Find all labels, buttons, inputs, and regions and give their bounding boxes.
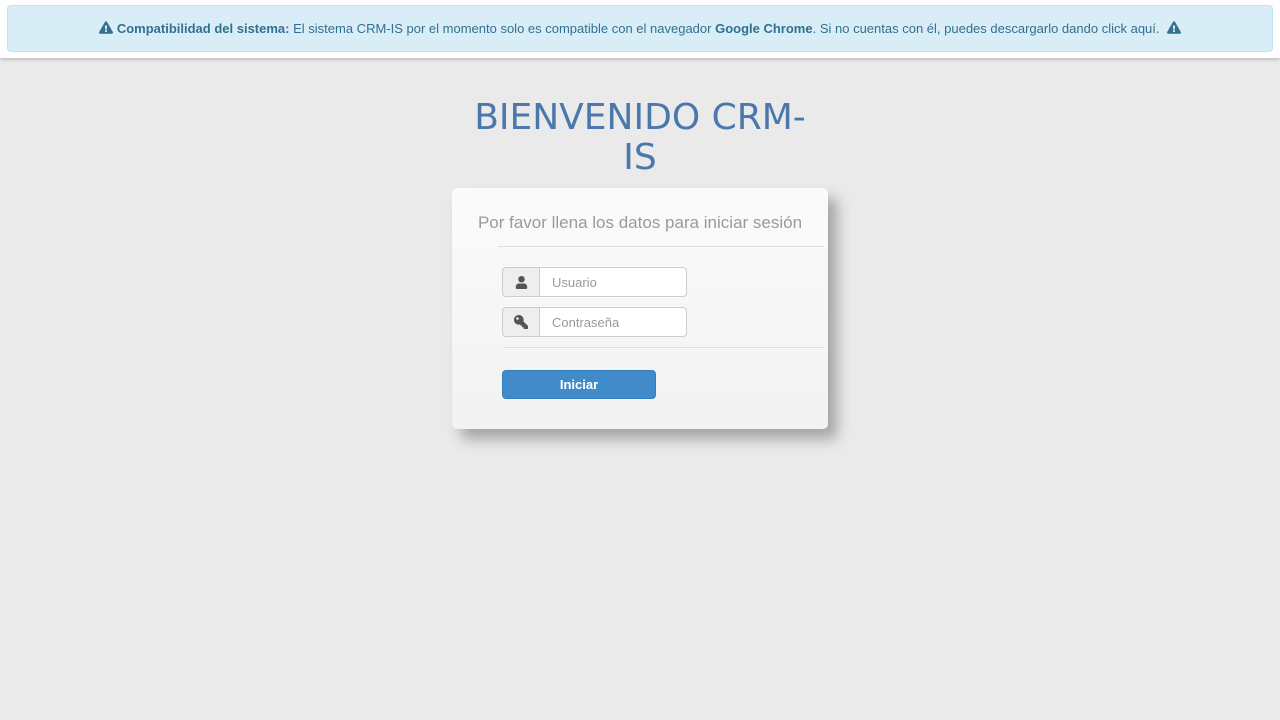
key-icon [502,307,539,337]
username-input-group [502,267,687,297]
form-divider [504,347,824,348]
alert-browser-name: Google Chrome [715,21,813,36]
username-input[interactable] [539,267,687,297]
page-body: BIENVENIDO CRM-IS Por favor llena los da… [0,98,1280,429]
user-icon [502,267,539,297]
login-card: Por favor llena los datos para iniciar s… [452,188,828,429]
page-title-line1: BIENVENIDO CRM- [474,97,806,138]
compatibility-alert: Compatibilidad del sistema: El sistema C… [7,5,1273,52]
alert-body-text: El sistema CRM-IS por el momento solo es… [290,21,716,36]
warning-triangle-link-icon[interactable] [1167,21,1181,34]
alert-body-text-2: . Si no cuentas con él, puedes descargar… [813,21,1102,36]
password-input[interactable] [539,307,687,337]
login-button[interactable]: Iniciar [502,370,656,399]
page-title: BIENVENIDO CRM-IS [440,98,840,178]
alert-after-link-text: . [1156,21,1163,36]
password-input-group [502,307,687,337]
download-link[interactable]: click aquí [1102,21,1156,36]
login-card-heading: Por favor llena los datos para iniciar s… [452,188,828,233]
page-title-line2: IS [623,137,656,178]
heading-divider [498,246,824,247]
top-header-strip: Compatibilidad del sistema: El sistema C… [0,0,1280,58]
login-form: Iniciar [452,267,828,399]
alert-lead-text: Compatibilidad del sistema: [117,21,290,36]
warning-triangle-icon [99,21,113,34]
